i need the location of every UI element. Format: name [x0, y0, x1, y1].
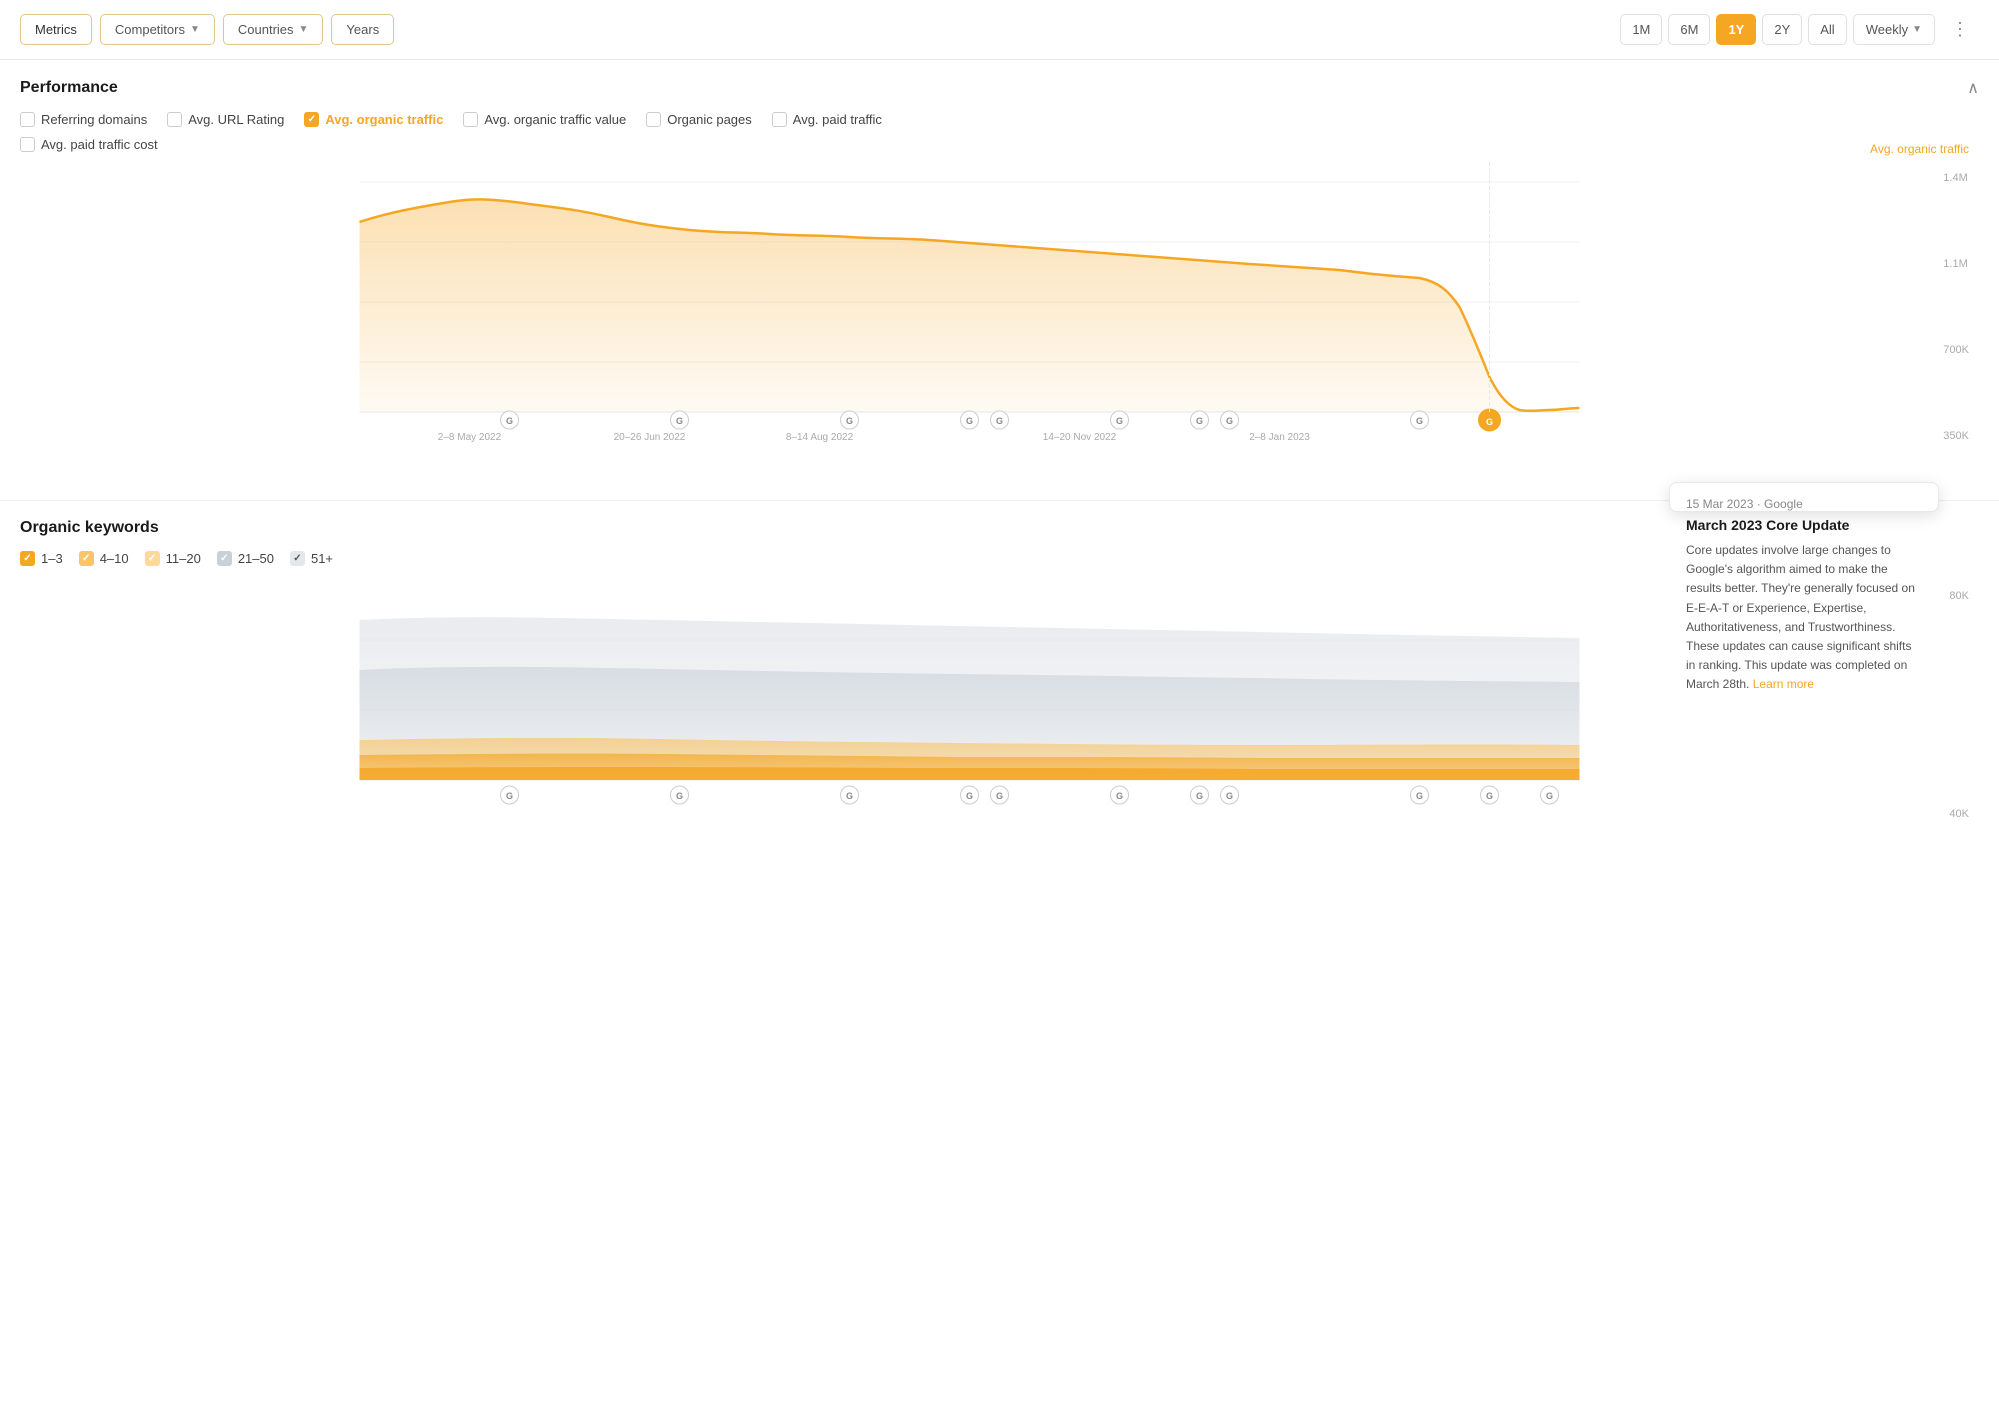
kw-checkbox-21-50[interactable]: 21–50	[217, 551, 274, 566]
kw-label-21-50: 21–50	[238, 551, 274, 566]
tab-competitors[interactable]: Competitors ▼	[100, 14, 215, 45]
x-label-1: 2–8 May 2022	[438, 432, 502, 442]
checkbox-label-organic-value: Avg. organic traffic value	[484, 112, 626, 127]
kw-box-51plus	[290, 551, 305, 566]
event-label-3: G	[846, 416, 853, 426]
checkbox-box-paid-cost	[20, 137, 35, 152]
period-6m-button[interactable]: 6M	[1668, 14, 1710, 45]
performance-header: Performance ∧	[20, 78, 1979, 98]
interval-selector[interactable]: Weekly ▼	[1853, 14, 1935, 45]
tab-metrics[interactable]: Metrics	[20, 14, 92, 45]
checkbox-box-organic-pages	[646, 112, 661, 127]
x-label-3: 8–14 Aug 2022	[786, 432, 854, 442]
nav-tabs: Metrics Competitors ▼ Countries ▼ Years	[20, 14, 394, 45]
chart-svg: G G G G G G G G G G	[20, 162, 1979, 442]
kw-box-1-3	[20, 551, 35, 566]
tab-years[interactable]: Years	[331, 14, 394, 45]
kw-checkbox-51plus[interactable]: 51+	[290, 551, 333, 566]
checkbox-label-paid-traffic: Avg. paid traffic	[793, 112, 882, 127]
period-1y-button[interactable]: 1Y	[1716, 14, 1756, 45]
period-2y-button[interactable]: 2Y	[1762, 14, 1802, 45]
event-label-2: G	[676, 416, 683, 426]
kw-checkbox-11-20[interactable]: 11–20	[145, 551, 201, 566]
x-label-2: 20–26 Jun 2022	[614, 432, 686, 442]
svg-text:G: G	[1226, 791, 1233, 801]
period-1m-button[interactable]: 1M	[1620, 14, 1662, 45]
kw-checkbox-4-10[interactable]: 4–10	[79, 551, 129, 566]
metrics-checkboxes-row2: Avg. paid traffic cost	[20, 137, 1979, 152]
event-label-active: G	[1486, 417, 1493, 427]
svg-text:G: G	[1116, 791, 1123, 801]
tooltip-learn-more[interactable]: Learn more	[1753, 677, 1814, 691]
svg-text:G: G	[1546, 791, 1553, 801]
svg-text:G: G	[1196, 791, 1203, 801]
checkbox-label-organic-traffic: Avg. organic traffic	[325, 112, 443, 127]
event-label-8: G	[1226, 416, 1233, 426]
period-all-button[interactable]: All	[1808, 14, 1846, 45]
checkbox-organic-traffic[interactable]: Avg. organic traffic	[304, 112, 443, 127]
kw-y-label-2: 40K	[1949, 808, 1969, 820]
chevron-down-icon: ▼	[190, 24, 200, 35]
kw-label-51plus: 51+	[311, 551, 333, 566]
checkbox-label-paid-cost: Avg. paid traffic cost	[41, 137, 158, 152]
kw-label-1-3: 1–3	[41, 551, 63, 566]
x-label-4: 14–20 Nov 2022	[1043, 432, 1117, 442]
collapse-button[interactable]: ∧	[1967, 78, 1979, 98]
tooltip-date: 15 Mar 2023 · Google	[1686, 497, 1922, 511]
checkbox-box-url-rating	[167, 112, 182, 127]
main-container: Metrics Competitors ▼ Countries ▼ Years …	[0, 0, 1999, 1402]
kw-label-4-10: 4–10	[100, 551, 129, 566]
checkbox-box-referring	[20, 112, 35, 127]
kw-checkbox-1-3[interactable]: 1–3	[20, 551, 63, 566]
svg-text:G: G	[676, 791, 683, 801]
chevron-down-icon: ▼	[299, 24, 309, 35]
svg-text:G: G	[506, 791, 513, 801]
more-options-button[interactable]: ⋮	[1941, 12, 1979, 47]
checkbox-label-referring: Referring domains	[41, 112, 147, 127]
kw-box-21-50	[217, 551, 232, 566]
checkbox-organic-pages[interactable]: Organic pages	[646, 112, 752, 127]
event-label-1: G	[506, 416, 513, 426]
event-tooltip: 15 Mar 2023 · Google March 2023 Core Upd…	[1669, 482, 1939, 512]
top-nav: Metrics Competitors ▼ Countries ▼ Years …	[0, 0, 1999, 60]
performance-chart: Avg. organic traffic 1.4M 1.1M 700K 350K	[20, 162, 1979, 482]
checkbox-label-organic-pages: Organic pages	[667, 112, 752, 127]
svg-text:G: G	[1486, 791, 1493, 801]
checkbox-box-organic-value	[463, 112, 478, 127]
tooltip-body: Core updates involve large changes to Go…	[1686, 541, 1922, 695]
checkbox-organic-value[interactable]: Avg. organic traffic value	[463, 112, 626, 127]
svg-text:G: G	[846, 791, 853, 801]
svg-text:G: G	[966, 791, 973, 801]
metrics-checkboxes: Referring domains Avg. URL Rating Avg. o…	[20, 112, 1979, 127]
performance-section: Performance ∧ Referring domains Avg. URL…	[0, 60, 1999, 501]
chevron-down-icon: ▼	[1912, 24, 1922, 35]
checkbox-paid-cost[interactable]: Avg. paid traffic cost	[20, 137, 158, 152]
keywords-title: Organic keywords	[20, 519, 159, 537]
checkbox-box-organic-traffic	[304, 112, 319, 127]
kw-box-4-10	[79, 551, 94, 566]
kw-label-11-20: 11–20	[166, 551, 201, 566]
checkbox-paid-traffic[interactable]: Avg. paid traffic	[772, 112, 882, 127]
kw-box-11-20	[145, 551, 160, 566]
event-label-6: G	[1116, 416, 1123, 426]
svg-text:G: G	[1416, 791, 1423, 801]
keywords-y-axis: 80K 40K	[1949, 590, 1969, 820]
event-label-7: G	[1196, 416, 1203, 426]
event-label-5: G	[996, 416, 1003, 426]
kw-y-label-1: 80K	[1949, 590, 1969, 602]
checkbox-referring[interactable]: Referring domains	[20, 112, 147, 127]
tab-countries[interactable]: Countries ▼	[223, 14, 324, 45]
checkbox-url-rating[interactable]: Avg. URL Rating	[167, 112, 284, 127]
event-label-9: G	[1416, 416, 1423, 426]
performance-title: Performance	[20, 79, 118, 97]
tooltip-title: March 2023 Core Update	[1686, 517, 1922, 533]
nav-right: 1M 6M 1Y 2Y All Weekly ▼ ⋮	[1620, 12, 1979, 47]
checkbox-box-paid-traffic	[772, 112, 787, 127]
event-label-4: G	[966, 416, 973, 426]
checkbox-label-url-rating: Avg. URL Rating	[188, 112, 284, 127]
x-label-5: 2–8 Jan 2023	[1249, 432, 1310, 442]
svg-text:G: G	[996, 791, 1003, 801]
chart-y-axis-label: Avg. organic traffic	[1870, 142, 1969, 156]
chart-area-fill	[360, 199, 1580, 412]
